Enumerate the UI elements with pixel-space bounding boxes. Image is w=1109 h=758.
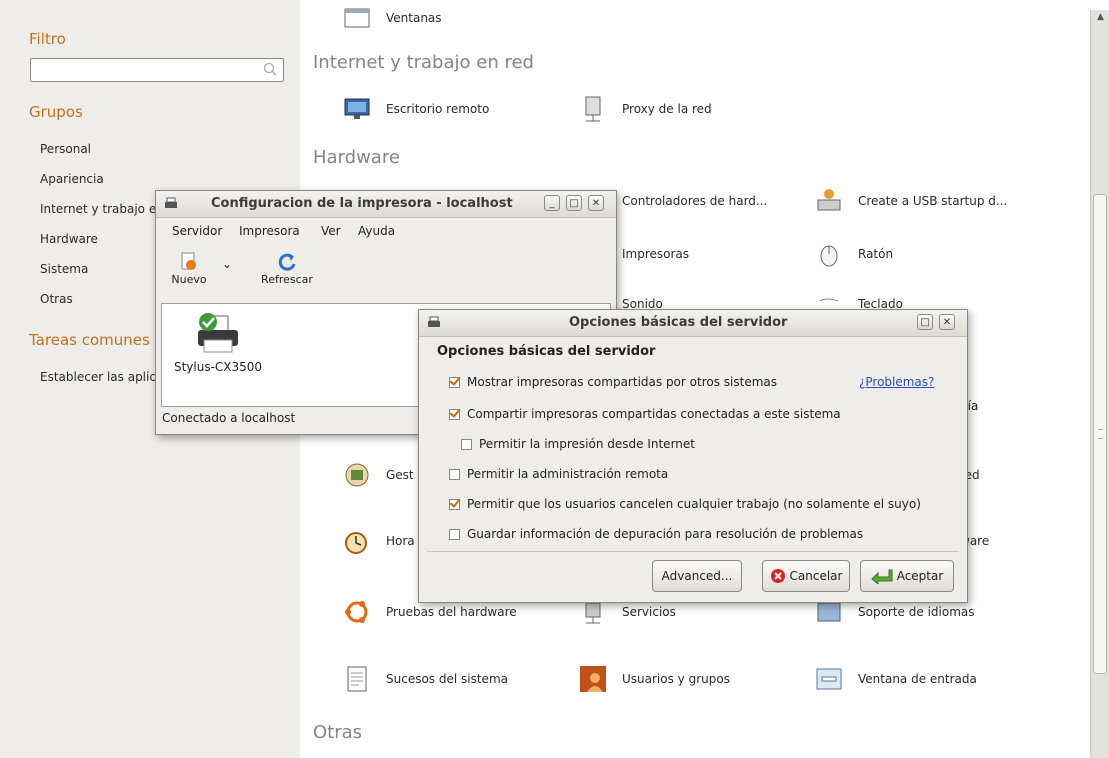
options-dialog-titlebar[interactable]: Opciones básicas del servidor □ ✕ (419, 310, 967, 337)
checkbox-users-cancel[interactable] (449, 498, 460, 510)
new-printer-button[interactable]: Nuevo (164, 251, 214, 286)
refresh-icon (278, 253, 296, 271)
filter-heading: Filtro (29, 30, 66, 48)
accept-arrow-icon (870, 569, 893, 584)
scroll-grip (1098, 429, 1103, 439)
item-escritorio-remoto[interactable]: Escritorio remoto (342, 93, 489, 125)
checkbox-show-shared[interactable] (449, 376, 460, 388)
search-input[interactable] (30, 58, 284, 82)
printer-window-title: Configuracion de la impresora - localhos… (211, 196, 513, 211)
item-proxy[interactable]: Proxy de la red (578, 93, 712, 125)
mouse-icon (820, 245, 838, 267)
menu-servidor[interactable]: Servidor (172, 224, 222, 238)
options-heading: Opciones básicas del servidor (437, 344, 656, 359)
menu-ver[interactable]: Ver (321, 224, 341, 238)
proxy-icon (585, 96, 601, 122)
accept-button[interactable]: Aceptar (860, 560, 954, 592)
new-printer-icon (181, 252, 196, 270)
item-gestor[interactable]: Gest (342, 459, 414, 491)
dialog-maximize-button[interactable]: □ (917, 314, 933, 330)
search-icon (263, 62, 277, 76)
option-show-shared[interactable]: Mostrar impresoras compartidas por otros… (449, 375, 777, 389)
dialog-close-button[interactable]: ✕ (939, 314, 955, 330)
cancel-button[interactable]: Cancelar (762, 560, 850, 592)
menu-ayuda[interactable]: Ayuda (358, 224, 395, 238)
dialog-separator (427, 551, 959, 552)
printer-status: Conectado a localhost (162, 411, 296, 425)
item-hora[interactable]: Hora (342, 525, 415, 557)
scroll-thumb[interactable] (1093, 194, 1107, 674)
advanced-button[interactable]: Advanced... (652, 560, 742, 592)
item-sucesos[interactable]: Sucesos del sistema (342, 663, 508, 695)
close-button[interactable]: ✕ (588, 195, 604, 211)
option-debug-logging[interactable]: Guardar información de depuración para r… (449, 527, 863, 541)
item-usb-startup[interactable]: Create a USB startup d... (814, 185, 1007, 217)
groups-heading: Grupos (29, 103, 83, 121)
tasks-heading: Tareas comunes (29, 331, 150, 349)
checkbox-share-printers[interactable] (449, 408, 460, 420)
system-log-icon (347, 666, 367, 692)
section-internet: Internet y trabajo en red (313, 52, 534, 73)
option-allow-internet[interactable]: Permitir la impresión desde Internet (461, 437, 695, 451)
item-raton[interactable]: Ratón (814, 238, 893, 270)
minimize-button[interactable]: _ (544, 195, 560, 211)
options-dialog-title: Opciones básicas del servidor (569, 315, 788, 330)
printer-menubar: Servidor Impresora Ver Ayuda (156, 220, 616, 240)
refresh-button[interactable]: Refrescar (254, 251, 320, 286)
item-usuarios-grupos[interactable]: Usuarios y grupos (578, 663, 730, 695)
server-options-dialog: Opciones básicas del servidor □ ✕ Opcion… (418, 309, 968, 603)
option-users-cancel[interactable]: Permitir que los usuarios cancelen cualq… (449, 497, 921, 511)
maximize-button[interactable]: □ (566, 195, 582, 211)
ubuntu-icon (345, 601, 368, 623)
printer-small-icon (165, 197, 177, 208)
remote-desktop-icon (344, 98, 370, 119)
sidebar-item-hardware[interactable]: Hardware (40, 232, 98, 246)
scroll-up-arrow-icon[interactable]: ▲ (1094, 12, 1107, 26)
clock-icon (345, 532, 367, 554)
checkbox-allow-internet[interactable] (461, 438, 472, 450)
sidebar-item-personal[interactable]: Personal (40, 142, 91, 156)
usb-startup-icon (817, 189, 841, 211)
checkbox-debug-logging[interactable] (449, 528, 460, 540)
main-scrollbar[interactable]: ▲ (1090, 10, 1109, 758)
sidebar-item-apariencia[interactable]: Apariencia (40, 172, 104, 186)
sidebar-item-sistema[interactable]: Sistema (40, 262, 88, 276)
new-dropdown-chevron-icon[interactable]: ⌄ (220, 257, 234, 271)
sidebar-item-otras[interactable]: Otras (40, 292, 73, 306)
users-groups-icon (580, 666, 606, 692)
option-remote-admin[interactable]: Permitir la administración remota (449, 467, 668, 481)
printer-ready-icon (198, 313, 238, 353)
option-share-printers[interactable]: Compartir impresoras compartidas conecta… (449, 407, 841, 421)
section-hardware: Hardware (313, 147, 400, 168)
problems-link[interactable]: ¿Problemas? (859, 375, 934, 389)
printer-item[interactable]: Stylus-CX3500 (168, 310, 268, 374)
login-window-icon (816, 668, 842, 690)
printer-window-titlebar[interactable]: Configuracion de la impresora - localhos… (156, 191, 616, 218)
cancel-icon (770, 569, 785, 583)
package-manager-icon (345, 463, 369, 487)
item-ventana-entrada[interactable]: Ventana de entrada (814, 663, 977, 695)
section-otras: Otras (313, 722, 363, 743)
menu-impresora[interactable]: Impresora (239, 224, 300, 238)
checkbox-remote-admin[interactable] (449, 468, 460, 480)
dialog-printer-icon (428, 316, 440, 327)
windows-icon (344, 8, 370, 28)
item-ventanas[interactable]: Ventanas (342, 2, 442, 34)
